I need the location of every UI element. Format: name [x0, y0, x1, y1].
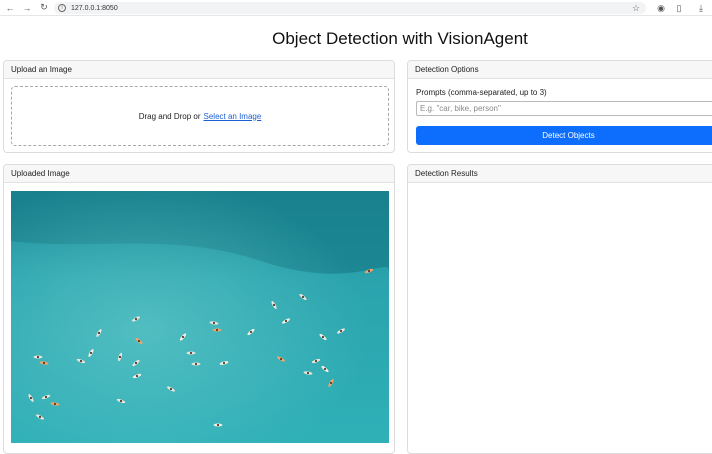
surfer-mark	[321, 335, 325, 339]
surfer-mark	[216, 423, 220, 427]
image-dropzone[interactable]: Drag and Drop or Select an Image	[11, 86, 389, 146]
surfer-mark	[134, 317, 138, 321]
surfer-mark	[222, 361, 226, 365]
surfer-mark	[44, 395, 48, 399]
uploaded-image-header: Uploaded Image	[4, 165, 394, 183]
detection-options-header: Detection Options	[408, 61, 712, 79]
detection-options-panel: Detection Options Prompts (comma-separat…	[407, 60, 712, 153]
prompts-label: Prompts (comma-separated, up to 3)	[416, 88, 547, 97]
page-title: Object Detection with VisionAgent	[272, 29, 528, 48]
surfer-mark	[339, 329, 343, 333]
select-image-link[interactable]: Select an Image	[204, 112, 262, 121]
browser-toolbar: ← → ↻ i 127.0.0.1:8050 ☆ ◉ ▯ ⤓	[0, 0, 712, 16]
upload-panel: Upload an Image Drag and Drop or Select …	[3, 60, 395, 153]
uploaded-image-panel: Uploaded Image	[3, 164, 395, 454]
surfer-mark	[301, 295, 305, 299]
back-icon[interactable]: ←	[3, 1, 17, 15]
surfer-mark	[314, 359, 318, 363]
surfer-mark	[249, 330, 253, 334]
site-info-icon[interactable]: i	[58, 4, 66, 12]
surfer-mark	[212, 321, 216, 325]
surfer-mark	[194, 362, 198, 366]
surfer-mark	[118, 355, 122, 359]
surfer-mark	[279, 357, 283, 361]
surfer-mark	[134, 361, 138, 365]
uploaded-image	[11, 191, 389, 443]
surfer-mark	[135, 374, 139, 378]
surfer-mark	[89, 351, 93, 355]
detection-results-header: Detection Results	[408, 165, 712, 183]
surfer-mark	[284, 319, 288, 323]
surfer-mark	[329, 381, 333, 385]
extension-icon[interactable]: ◉	[654, 1, 668, 15]
dropzone-text: Drag and Drop or	[138, 111, 201, 121]
surfer-mark	[215, 328, 219, 332]
surfer-mark	[53, 402, 57, 406]
surfer-mark	[42, 361, 46, 365]
detect-objects-button[interactable]: Detect Objects	[416, 126, 712, 145]
address-bar[interactable]: i 127.0.0.1:8050 ☆	[54, 2, 646, 14]
surfer-mark	[38, 415, 42, 419]
surfer-mark	[36, 355, 40, 359]
surfer-mark	[272, 303, 276, 307]
surfer-mark	[181, 335, 185, 339]
surfer-mark	[79, 359, 83, 363]
prompts-input[interactable]	[416, 101, 712, 116]
forward-icon[interactable]: →	[20, 1, 34, 15]
detection-results-panel: Detection Results	[407, 164, 712, 454]
surfer-mark	[189, 351, 193, 355]
surfer-mark	[29, 396, 33, 400]
surfer-mark	[367, 269, 371, 273]
surfer-mark	[169, 387, 173, 391]
surfer-mark	[119, 399, 123, 403]
surfer-mark	[323, 367, 327, 371]
surfer-mark	[97, 331, 101, 335]
puzzle-icon[interactable]: ▯	[672, 1, 686, 15]
reload-icon[interactable]: ↻	[37, 1, 51, 15]
url-text: 127.0.0.1:8050	[71, 4, 118, 12]
upload-panel-header: Upload an Image	[4, 61, 394, 79]
bookmark-star-icon[interactable]: ☆	[632, 2, 640, 14]
surfer-mark	[306, 371, 310, 375]
download-icon[interactable]: ⤓	[694, 1, 708, 15]
surfer-mark	[137, 339, 141, 343]
